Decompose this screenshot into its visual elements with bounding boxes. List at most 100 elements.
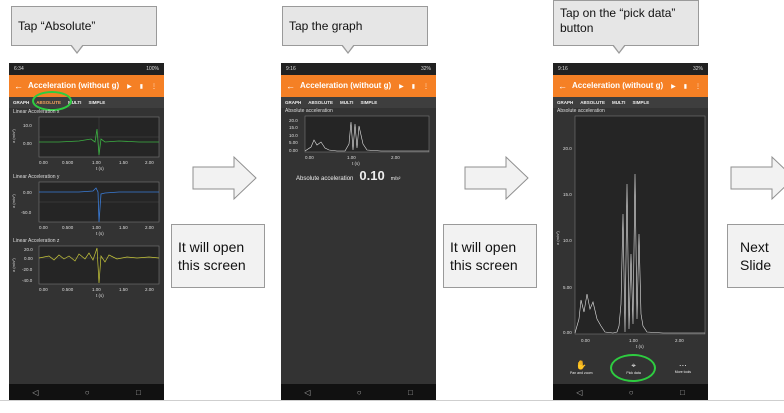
ytick: 10.0	[23, 123, 32, 128]
tab-graph[interactable]: GRAPH	[557, 100, 573, 105]
more-menu-icon[interactable]: ⋮	[695, 83, 701, 90]
note-open-screen-2: It will open this screen	[443, 224, 537, 288]
android-nav-bar: ◁ ○ □	[9, 384, 164, 401]
tab-simple[interactable]: SIMPLE	[632, 100, 649, 105]
tab-graph[interactable]: GRAPH	[13, 100, 29, 105]
phone-screen-2: 9:16 32% ← Acceleration (without g) ▶ ▮ …	[281, 63, 436, 401]
arrow-right-icon	[192, 155, 257, 201]
tab-multi[interactable]: MULTI	[340, 100, 353, 105]
ytick: 0.00	[289, 148, 298, 153]
status-time: 9:16	[286, 66, 296, 72]
play-icon[interactable]: ▶	[127, 83, 132, 90]
tab-absolute[interactable]: ABSOLUTE	[308, 100, 333, 105]
status-battery: 32%	[420, 66, 431, 72]
arrow-right-icon	[730, 155, 784, 201]
xtick: 0.500	[62, 225, 74, 230]
nav-recents-icon[interactable]: □	[136, 388, 141, 397]
nav-back-icon[interactable]: ◁	[304, 388, 310, 397]
android-nav-bar: ◁ ○ □	[553, 384, 708, 401]
xtick: 2.00	[145, 225, 154, 230]
phone-screen-1: 6:34 100% ← Acceleration (without g) ▶ ▮…	[9, 63, 164, 401]
ytick: 5.00	[289, 140, 298, 145]
xlabel-z: t (s)	[96, 293, 104, 298]
tool-bar: ✋ Pan and zoom ⌖ Pick data ⋯ More tools	[553, 351, 708, 384]
xtick: 0.00	[39, 160, 48, 165]
xtick: 0.00	[39, 225, 48, 230]
ytick: 20.0	[24, 247, 33, 252]
back-arrow-icon[interactable]: ←	[14, 81, 28, 91]
delete-icon[interactable]: ▮	[140, 83, 143, 90]
status-time: 9:16	[558, 66, 568, 72]
graph-panel-absolute[interactable]: Absolute acceleration 20.0 15.0 10.0 5.0…	[281, 108, 436, 172]
tab-simple[interactable]: SIMPLE	[360, 100, 377, 105]
nav-recents-icon[interactable]: □	[680, 388, 685, 397]
tab-simple[interactable]: SIMPLE	[88, 100, 105, 105]
xtick: 2.00	[145, 160, 154, 165]
tab-multi[interactable]: MULTI	[612, 100, 625, 105]
tutorial-slide: Tap “Absolute” Tap the graph Tap on the …	[0, 0, 784, 413]
nav-home-icon[interactable]: ○	[85, 388, 90, 397]
more-menu-icon[interactable]: ⋮	[423, 83, 429, 90]
tab-graph[interactable]: GRAPH	[285, 100, 301, 105]
nav-back-icon[interactable]: ◁	[32, 388, 38, 397]
callout-step-2: Tap the graph	[282, 6, 428, 54]
play-icon[interactable]: ▶	[399, 83, 404, 90]
xtick: 2.00	[391, 155, 400, 160]
ylabel-large: a (m/s²)	[555, 231, 560, 245]
xtick: 1.50	[119, 225, 128, 230]
graph-panel-z[interactable]: Linear Acceleration z a (m/s²) 20.0 0.00…	[9, 238, 164, 300]
app-bar: ← Acceleration (without g) ▶ ▮ ⋮	[553, 75, 708, 97]
xtick: 0.500	[62, 160, 74, 165]
ytick: 0.00	[23, 190, 32, 195]
ytick: 0.00	[24, 256, 33, 261]
readout-value: 0.10	[359, 168, 385, 183]
ytick: -20.0	[22, 267, 33, 272]
xtick: 1.00	[92, 225, 101, 230]
back-arrow-icon[interactable]: ←	[558, 81, 572, 91]
graph-panel-x[interactable]: Linear Acceleration x a (m/s²) 10.0 0.00…	[9, 108, 164, 174]
status-bar: 9:16 32%	[281, 63, 436, 75]
readout-label: Absolute acceleration	[296, 176, 354, 182]
delete-icon[interactable]: ▮	[684, 83, 687, 90]
xtick: 1.00	[629, 338, 638, 343]
delete-icon[interactable]: ▮	[412, 83, 415, 90]
tab-bar: GRAPH ABSOLUTE MULTI SIMPLE	[9, 91, 164, 111]
xlabel-absolute: t (s)	[352, 161, 360, 166]
more-tools-button[interactable]: ⋯ More tools	[675, 361, 691, 374]
nav-home-icon[interactable]: ○	[629, 388, 634, 397]
note-next-slide-text: Next Slide	[740, 239, 772, 273]
ytick: 15.0	[289, 125, 298, 130]
callout-tail	[70, 44, 84, 54]
callout-step-3-text: Tap on the “pick data” button	[560, 6, 676, 35]
note-open-screen-1-text: It will open this screen	[178, 239, 246, 273]
pan-zoom-button[interactable]: ✋ Pan and zoom	[570, 360, 593, 375]
status-bar: 6:34 100%	[9, 63, 164, 75]
graph-panel-y[interactable]: Linear Acceleration y a (m/s²) 0.00 -50.…	[9, 174, 164, 238]
note-next-slide: Next Slide	[727, 224, 784, 288]
graph-panel-large[interactable]: Absolute acceleration a (m/s²) 20.0 15.0…	[553, 108, 708, 352]
xtick: 1.00	[92, 160, 101, 165]
phone-screen-3: 9:16 32% ← Acceleration (without g) ▶ ▮ …	[553, 63, 708, 401]
nav-home-icon[interactable]: ○	[357, 388, 362, 397]
highlight-circle	[610, 353, 657, 382]
more-menu-icon[interactable]: ⋮	[151, 83, 157, 90]
ytick: 0.00	[23, 141, 32, 146]
tab-absolute[interactable]: ABSOLUTE	[580, 100, 605, 105]
nav-back-icon[interactable]: ◁	[576, 388, 582, 397]
ytick: -40.0	[22, 278, 33, 283]
ellipsis-icon: ⋯	[678, 361, 687, 370]
android-nav-bar: ◁ ○ □	[281, 384, 436, 401]
plot-absolute-small: 20.0 15.0 10.0 5.00 0.00 0.00 1.00 2.00 …	[289, 115, 430, 166]
xtick: 0.00	[305, 155, 314, 160]
nav-recents-icon[interactable]: □	[408, 388, 413, 397]
status-battery: 100%	[146, 66, 159, 72]
play-icon[interactable]: ▶	[671, 83, 676, 90]
app-bar: ← Acceleration (without g) ▶ ▮ ⋮	[9, 75, 164, 97]
xtick: 1.50	[119, 287, 128, 292]
xtick: 0.00	[581, 338, 590, 343]
back-arrow-icon[interactable]: ←	[286, 81, 300, 91]
pick-data-button[interactable]: ⌖ Pick data	[610, 353, 657, 382]
tab-bar: GRAPH ABSOLUTE MULTI SIMPLE	[281, 97, 436, 108]
ytick: 10.0	[289, 133, 298, 138]
app-title: Acceleration (without g)	[572, 81, 664, 90]
